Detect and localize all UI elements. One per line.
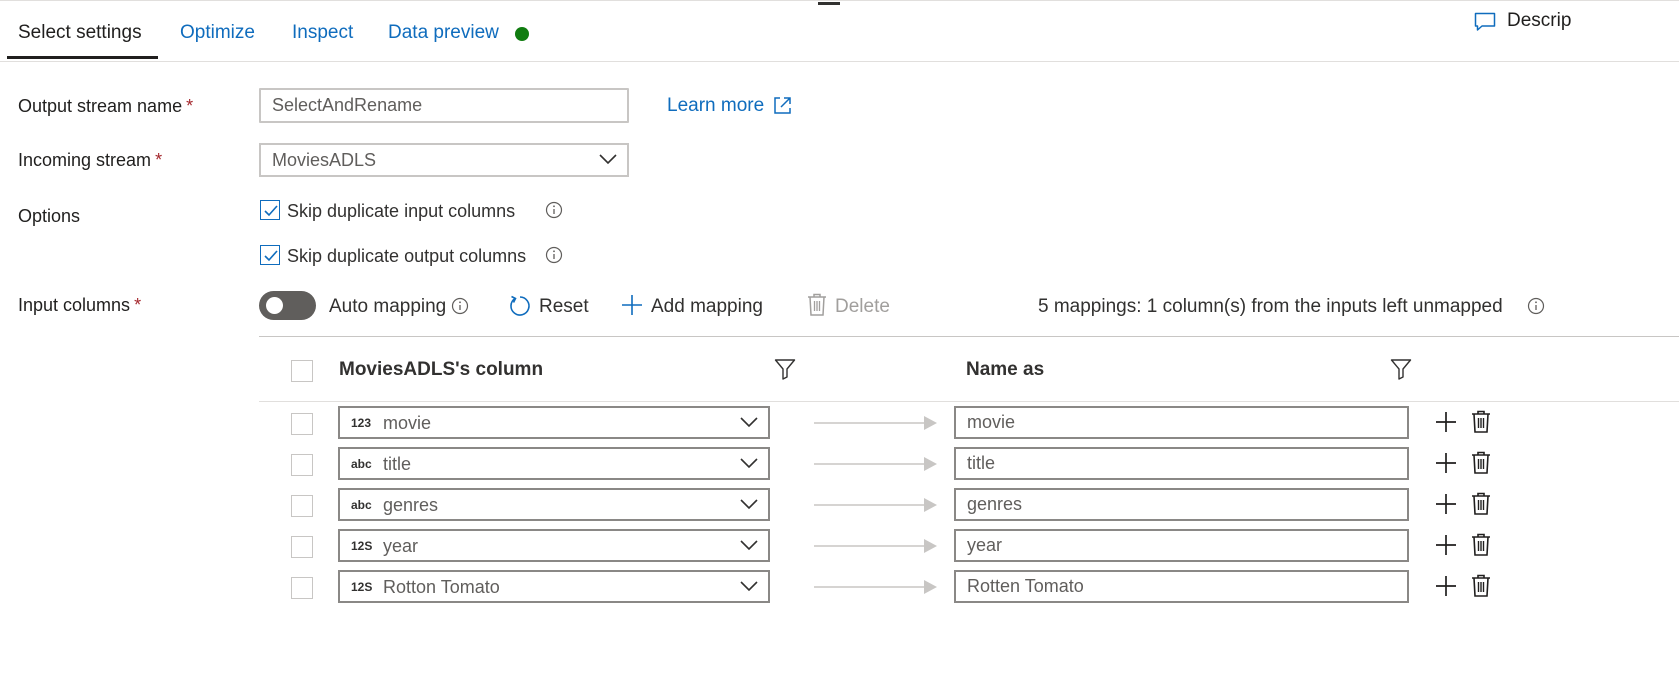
chevron-down-icon — [740, 580, 758, 591]
skip-duplicate-output-checkbox[interactable] — [260, 245, 280, 265]
input-columns-label: Input columns * — [18, 295, 142, 315]
plus-icon — [622, 295, 642, 315]
source-column-value: title — [383, 454, 412, 474]
chevron-down-icon — [740, 416, 758, 427]
select-all-checkbox[interactable] — [291, 360, 313, 382]
delete-row-icon[interactable] — [1470, 574, 1492, 598]
delete-row-icon[interactable] — [1470, 451, 1492, 475]
grid-top-border — [259, 336, 1679, 337]
type-badge: 12S — [351, 539, 373, 553]
chevron-down-icon — [599, 154, 617, 165]
skip-duplicate-output-label: Skip duplicate output columns — [287, 246, 527, 266]
source-column-dropdown[interactable]: 12S year — [338, 529, 770, 562]
comment-icon — [1474, 12, 1496, 31]
add-row-icon[interactable] — [1435, 575, 1457, 597]
skip-duplicate-input-label: Skip duplicate input columns — [287, 201, 516, 221]
source-column-dropdown[interactable]: 123 movie — [338, 406, 770, 439]
source-column-value: movie — [383, 413, 432, 433]
tab-bar: Select settings Optimize Inspect Data pr… — [0, 12, 1679, 62]
delete-label: Delete — [835, 296, 890, 317]
source-column-value: genres — [383, 495, 439, 515]
output-stream-input[interactable]: SelectAndRename — [259, 88, 629, 123]
info-icon[interactable] — [545, 246, 563, 264]
info-icon[interactable] — [545, 201, 563, 219]
delete-row-icon[interactable] — [1470, 492, 1492, 516]
filter-icon[interactable] — [1390, 358, 1412, 380]
add-row-icon[interactable] — [1435, 452, 1457, 474]
skip-duplicate-input-checkbox[interactable] — [260, 200, 280, 220]
name-as-input[interactable]: year — [954, 529, 1409, 562]
name-as-input[interactable]: movie — [954, 406, 1409, 439]
reset-button[interactable]: Reset — [508, 293, 589, 321]
refresh-icon — [510, 295, 530, 316]
add-row-icon[interactable] — [1435, 411, 1457, 433]
type-badge: abc — [351, 498, 372, 512]
output-stream-label: Output stream name * — [18, 96, 194, 116]
filter-icon[interactable] — [774, 358, 796, 380]
info-icon[interactable] — [1527, 297, 1545, 315]
name-as-input[interactable]: genres — [954, 488, 1409, 521]
incoming-stream-value: MoviesADLS — [272, 149, 377, 170]
active-tab-indicator — [7, 56, 158, 59]
type-badge: 12S — [351, 580, 373, 594]
add-mapping-label: Add mapping — [651, 296, 763, 317]
source-column-value: Rotton Tomato — [383, 577, 500, 597]
checkmark-icon — [264, 205, 278, 217]
reset-label: Reset — [539, 296, 589, 317]
mapping-arrow-icon — [814, 539, 937, 553]
delete-row-icon[interactable] — [1470, 533, 1492, 557]
add-row-icon[interactable] — [1435, 534, 1457, 556]
external-link-icon — [774, 97, 791, 114]
auto-mapping-label: Auto mapping — [329, 296, 447, 317]
tab-select-settings[interactable]: Select settings — [18, 22, 142, 44]
row-checkbox[interactable] — [291, 577, 313, 599]
mapping-arrow-icon — [814, 457, 937, 471]
source-column-dropdown[interactable]: 12S Rotton Tomato — [338, 570, 770, 603]
name-as-input[interactable]: Rotten Tomato — [954, 570, 1409, 603]
grid-header-separator — [259, 401, 1679, 402]
delete-button[interactable]: Delete — [806, 292, 896, 320]
info-icon[interactable] — [451, 297, 469, 315]
mapping-arrow-icon — [814, 416, 937, 430]
add-row-icon[interactable] — [1435, 493, 1457, 515]
auto-mapping-toggle[interactable] — [259, 291, 316, 320]
type-badge: 123 — [351, 416, 372, 430]
tab-optimize[interactable]: Optimize — [180, 22, 255, 44]
type-badge: abc — [351, 457, 372, 471]
incoming-stream-label: Incoming stream * — [18, 150, 163, 170]
row-checkbox[interactable] — [291, 454, 313, 476]
resize-handle[interactable] — [818, 2, 840, 5]
tab-inspect[interactable]: Inspect — [292, 22, 353, 44]
name-as-input[interactable]: title — [954, 447, 1409, 480]
incoming-stream-dropdown[interactable]: MoviesADLS — [259, 143, 629, 177]
description-label: Descrip — [1507, 10, 1572, 31]
delete-row-icon[interactable] — [1470, 410, 1492, 434]
add-mapping-button[interactable]: Add mapping — [620, 293, 772, 321]
chevron-down-icon — [740, 539, 758, 550]
source-column-header: MoviesADLS's column — [339, 359, 544, 380]
data-preview-status-dot — [515, 27, 529, 41]
mapping-arrow-icon — [814, 498, 937, 512]
options-label: Options — [18, 206, 81, 226]
source-column-value: year — [383, 536, 419, 556]
target-column-header: Name as — [966, 359, 1045, 380]
mapping-arrow-icon — [814, 580, 937, 594]
learn-more-link[interactable]: Learn more — [667, 95, 791, 117]
row-checkbox[interactable] — [291, 495, 313, 517]
chevron-down-icon — [740, 457, 758, 468]
tab-data-preview[interactable]: Data preview — [388, 22, 499, 44]
row-checkbox[interactable] — [291, 413, 313, 435]
source-column-dropdown[interactable]: abc title — [338, 447, 770, 480]
chevron-down-icon — [740, 498, 758, 509]
source-column-dropdown[interactable]: abc genres — [338, 488, 770, 521]
mapping-summary: 5 mappings: 1 column(s) from the inputs … — [1038, 296, 1503, 317]
checkmark-icon — [264, 250, 278, 262]
trash-icon — [808, 293, 826, 316]
toggle-knob — [266, 297, 283, 314]
row-checkbox[interactable] — [291, 536, 313, 558]
